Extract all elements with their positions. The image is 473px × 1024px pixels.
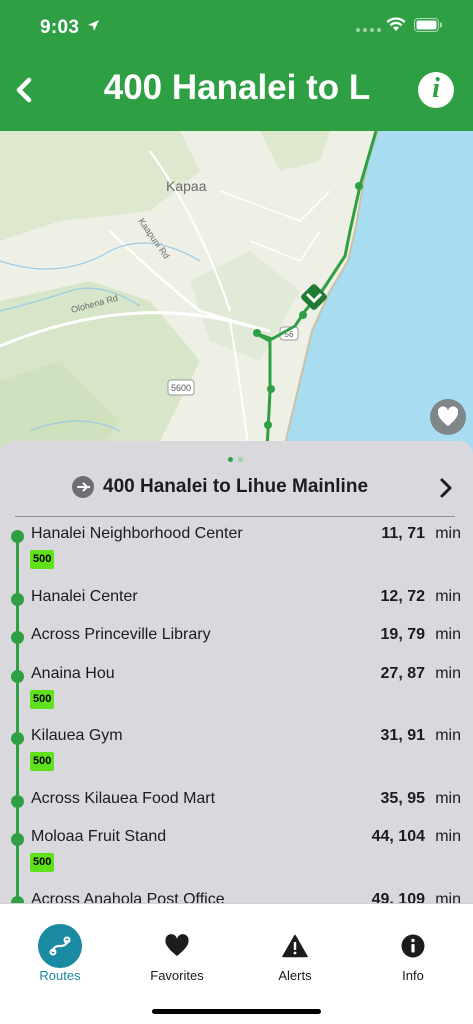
tab-label: Routes [39, 968, 81, 983]
stop-time-unit: min [435, 525, 461, 542]
stop-time-unit: min [435, 828, 461, 845]
tab-info[interactable]: Info [354, 904, 472, 994]
status-bar: 9:03 [0, 0, 473, 54]
stop-name: Across Princeville Library [31, 626, 211, 643]
stop-arrival-times: 11, 71 [381, 525, 425, 542]
stop-arrival-times: 49, 109 [371, 890, 425, 904]
route-badge: 500 [30, 550, 55, 569]
tab-label: Favorites [150, 968, 204, 983]
stop-row[interactable]: Across Kilauea Food Mart 35, 95 min [0, 790, 473, 820]
stop-name: Kilauea Gym [31, 727, 123, 744]
stop-dot [11, 530, 24, 543]
page-title: 400 Hanalei to L [103, 68, 371, 107]
stop-arrival-times: 27, 87 [380, 664, 425, 682]
heart-icon [165, 934, 189, 956]
stop-row[interactable]: Across Princeville Library 19, 79 min [0, 626, 473, 656]
route-badge: 500 [30, 752, 55, 771]
tab-favorites[interactable]: Favorites [118, 904, 236, 994]
stop-name: Hanalei Neighborhood Center [31, 525, 243, 542]
stop-dot [11, 833, 24, 846]
stop-time-unit: min [435, 626, 461, 643]
map-label-shield: 5600 [171, 383, 191, 393]
stop-arrival-times: 35, 95 [380, 789, 425, 807]
divider [15, 516, 455, 517]
tab-label: Info [402, 968, 424, 983]
stop-dot [11, 669, 24, 683]
tab-routes[interactable]: Routes [1, 904, 119, 994]
stop-time-unit: min [435, 789, 461, 807]
stop-time-unit: min [435, 664, 461, 682]
back-button[interactable] [10, 72, 38, 108]
stop-row[interactable]: Across Anahola Post Office 49, 109 min [0, 890, 473, 904]
tab-label: Alerts [278, 968, 312, 983]
favorite-button[interactable] [430, 399, 466, 435]
location-arrow-icon [88, 20, 99, 31]
stop-row[interactable]: Anaina Hou 27, 87 min 500 [0, 664, 473, 709]
stop-row[interactable]: Kilauea Gym 31, 91 min 500 [0, 727, 473, 771]
stop-name: Across Kilauea Food Mart [31, 789, 216, 807]
stop-name: Moloaa Fruit Stand [31, 828, 167, 845]
route-badge: 500 [30, 853, 55, 872]
info-button[interactable]: i [418, 72, 454, 108]
stop-arrival-times: 44, 104 [371, 828, 425, 845]
stop-row[interactable]: Hanalei Center 12, 72 min [0, 588, 473, 618]
stop-dot [11, 592, 24, 606]
route-detail-sheet: 400 Hanalei to Lihue Mainline Hanalei Ne… [0, 441, 473, 903]
route-badge: 500 [30, 689, 55, 709]
stop-row[interactable]: Moloaa Fruit Stand 44, 104 min 500 [0, 828, 473, 872]
tab-alerts[interactable]: Alerts [236, 904, 354, 994]
stop-dot [11, 631, 24, 644]
alert-triangle-icon [282, 934, 308, 958]
tab-bar: Routes Favorites Alerts Info [0, 903, 473, 1024]
chevron-right-icon[interactable] [438, 477, 454, 499]
stop-arrival-times: 31, 91 [380, 727, 425, 744]
route-icon [38, 924, 82, 968]
battery-icon [414, 18, 442, 32]
stop-time-unit: min [435, 890, 461, 904]
stop-dot [11, 895, 24, 903]
stop-row[interactable]: Hanalei Neighborhood Center 11, 71 min 500 [0, 525, 473, 569]
stop-time-unit: min [435, 587, 461, 605]
route-map[interactable]: Kapaa Kaapuni Rd Olohena Rd 5600 56 [0, 131, 473, 461]
info-icon [401, 934, 425, 958]
nav-header: 9:03 400 Hanalei to L i [0, 0, 473, 131]
wifi-icon [386, 17, 406, 31]
stop-time-unit: min [435, 727, 461, 744]
stop-name: Anaina Hou [31, 664, 115, 682]
signal-icon [356, 28, 381, 32]
stop-arrival-times: 12, 72 [380, 587, 425, 605]
heart-icon [437, 406, 459, 426]
map-label-town: Kapaa [166, 178, 207, 194]
stop-arrival-times: 19, 79 [380, 626, 425, 643]
route-direction-icon [72, 476, 94, 498]
home-indicator [152, 1009, 321, 1014]
stop-dot [11, 794, 24, 808]
stop-dot [11, 732, 24, 745]
stop-name: Across Anahola Post Office [31, 890, 225, 904]
status-time: 9:03 [40, 17, 80, 38]
page-indicator [228, 457, 243, 462]
route-name: 400 Hanalei to Lihue Mainline [103, 476, 369, 497]
stop-name: Hanalei Center [31, 587, 138, 605]
info-icon: i [432, 73, 440, 104]
